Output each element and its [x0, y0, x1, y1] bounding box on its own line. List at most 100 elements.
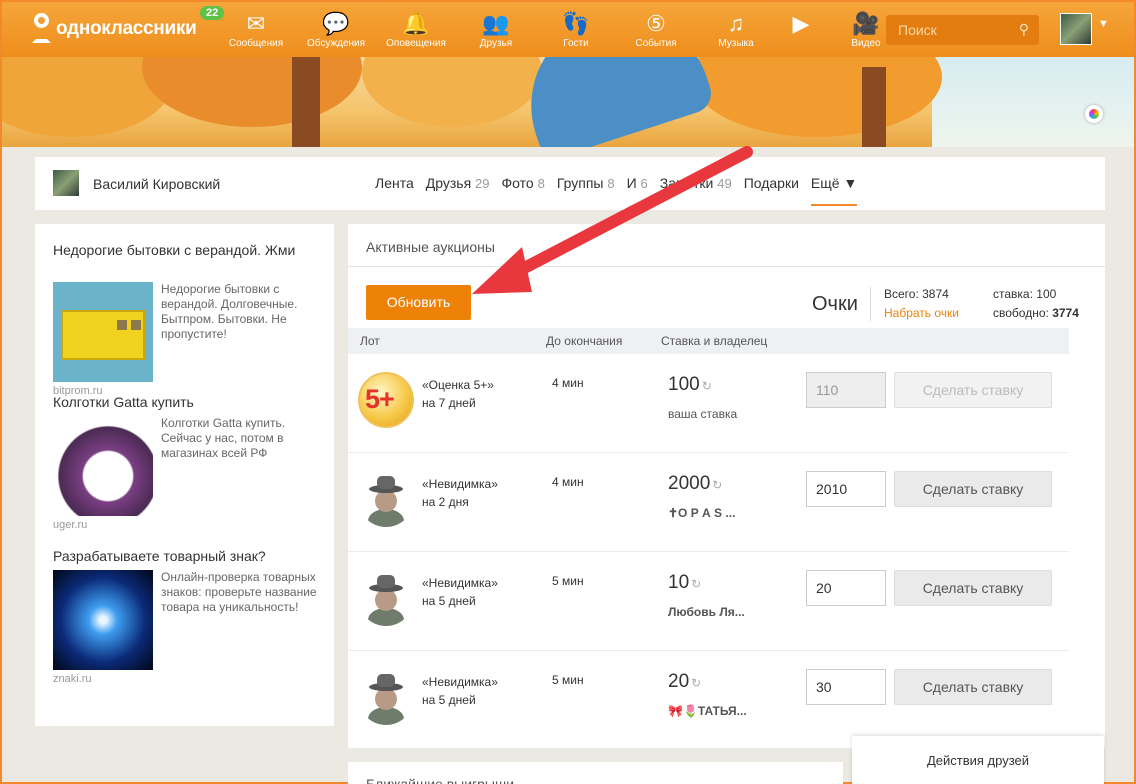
nav-music[interactable]: ♫ Музыка	[696, 10, 776, 49]
user-avatar[interactable]	[1060, 13, 1092, 45]
tab-friends[interactable]: Друзья 29	[426, 175, 490, 206]
refresh-icon: ↻	[712, 478, 723, 492]
main-nav: ✉ Сообщения 💬 Обсуждения 🔔 Оповещения 👥 Друз…	[216, 10, 906, 49]
logo[interactable]: одноклассники 22	[30, 6, 225, 46]
chevron-down-icon[interactable]: ▼	[1098, 18, 1109, 30]
ad-text: Колготки Gatta купить. Сейчас у нас, пот…	[161, 416, 286, 460]
cover-settings-icon[interactable]	[1085, 105, 1103, 123]
logo-text: одноклассники	[56, 18, 197, 39]
bid-input[interactable]: 20	[806, 570, 886, 606]
events-5-icon: ⑤	[646, 11, 666, 36]
lot-time-left: 4 мин	[552, 475, 584, 489]
profile-tabs: Лента Друзья 29 Фото 8 Группы 8 И 6 Заме…	[375, 175, 869, 206]
ad-domain[interactable]: uger.ru	[53, 519, 87, 531]
ad-domain[interactable]: znaki.ru	[53, 673, 92, 685]
tab-more[interactable]: Ещё ▼	[810, 175, 858, 206]
ads-column: Недорогие бытовки с верандой. Жми Недоро…	[35, 224, 334, 726]
lot-owner[interactable]: Любовь Ля...	[668, 605, 745, 619]
profile-cover-banner	[2, 57, 1134, 147]
nav-events[interactable]: ⑤ События	[616, 10, 696, 49]
ad-item[interactable]: Разрабатываете товарный знак? Онлайн-про…	[53, 548, 323, 685]
points-label: Очки	[812, 293, 858, 315]
auction-row: «Невидимка» на 5 дней 5 мин 10 ↻ Любовь Ля…	[348, 552, 1069, 651]
next-block-title: Ближайшие выигрыши	[348, 762, 843, 784]
envelope-icon: ✉	[246, 11, 266, 36]
nav-friends[interactable]: 👥 Друзья	[456, 10, 536, 49]
lot-name: «Оценка 5+» на 7 дней	[422, 378, 494, 410]
friends-actions-panel[interactable]: Действия друзей	[852, 736, 1104, 784]
lot-owner[interactable]: 🎀🌷ТАТЬЯ...	[668, 704, 747, 718]
tab-games[interactable]: И 6	[627, 175, 648, 206]
search-placeholder: Поиск	[898, 22, 937, 38]
nav-label: Сообщения	[228, 38, 284, 49]
tab-photos[interactable]: Фото 8	[502, 175, 545, 206]
ad-image-tights[interactable]	[53, 416, 153, 516]
nav-label: Оповещения	[386, 38, 446, 49]
ad-title[interactable]: Колготки Gatta купить	[53, 394, 323, 411]
lot-bid: 100 ↻	[668, 374, 712, 395]
tab-gifts[interactable]: Подарки	[744, 175, 799, 206]
auction-row: 5+ «Оценка 5+» на 7 дней 4 мин 100 ↻ ваша …	[348, 354, 1069, 453]
divider	[348, 266, 1105, 267]
ad-image-cabin[interactable]	[53, 282, 153, 382]
profile-name[interactable]: Василий Кировский	[93, 176, 220, 192]
tab-notes[interactable]: Заметки 49	[660, 175, 732, 206]
points-total: Всего: 3874	[884, 287, 949, 301]
auctions-title: Активные аукционы	[366, 239, 495, 255]
refresh-icon: ↻	[701, 379, 712, 393]
nav-notifications[interactable]: 🔔 Оповещения	[376, 10, 456, 49]
lot-name: «Невидимка» на 2 дня	[422, 477, 498, 509]
nav-guests[interactable]: 👣 Гости	[536, 10, 616, 49]
profile-avatar[interactable]	[53, 170, 79, 196]
nav-discussions[interactable]: 💬 Обсуждения	[296, 10, 376, 49]
points-stake: ставка: 100	[993, 287, 1057, 301]
lot-owner[interactable]: ✝О Р А S ...	[668, 506, 735, 520]
nav-messages[interactable]: ✉ Сообщения	[216, 10, 296, 49]
nav-label: Музыка	[718, 38, 754, 49]
auctions-table-header: Лот До окончания Ставка и владелец	[348, 328, 1069, 354]
invisible-man-icon	[368, 476, 404, 527]
nav-play[interactable]: ▶	[776, 10, 826, 49]
friends-icon: 👥	[482, 11, 510, 36]
search-icon[interactable]: ⚲	[1019, 21, 1029, 38]
place-bid-button[interactable]: Сделать ставку	[894, 471, 1052, 507]
lot-time-left: 5 мин	[552, 574, 584, 588]
bell-icon: 🔔	[402, 11, 430, 36]
refresh-icon: ↻	[691, 577, 702, 591]
lot-bid: 2000 ↻	[668, 473, 723, 494]
lot-owner: ваша ставка	[668, 407, 738, 421]
search-input[interactable]: Поиск ⚲	[886, 15, 1039, 45]
play-icon: ▶	[792, 11, 810, 36]
lot-bid: 10 ↻	[668, 572, 702, 593]
grade-5plus-icon: 5+	[358, 372, 414, 428]
ad-text: Недорогие бытовки с верандой. Долговечны…	[161, 282, 298, 341]
place-bid-button[interactable]: Сделать ставку	[894, 570, 1052, 606]
points-free: свободно: 3774	[993, 306, 1079, 320]
place-bid-button[interactable]: Сделать ставку	[894, 669, 1052, 705]
ad-image-lightbulb[interactable]	[53, 570, 153, 670]
refresh-icon: ↻	[691, 676, 702, 690]
ad-title[interactable]: Недорогие бытовки с верандой. Жми	[53, 242, 323, 259]
lot-name: «Невидимка» на 5 дней	[422, 675, 498, 707]
ad-text: Онлайн-проверка товарных знаков: проверь…	[161, 570, 317, 614]
bid-input: 110	[806, 372, 886, 408]
tab-feed[interactable]: Лента	[375, 175, 414, 206]
column-bid-owner: Ставка и владелец	[661, 334, 768, 348]
auction-row: «Невидимка» на 2 дня 4 мин 2000 ↻ ✝О Р А S…	[348, 453, 1069, 552]
bid-input[interactable]: 2010	[806, 471, 886, 507]
refresh-button[interactable]: Обновить	[366, 285, 471, 320]
bid-input[interactable]: 30	[806, 669, 886, 705]
chat-bubbles-icon: 💬	[322, 11, 350, 36]
top-navigation-bar: одноклассники 22 ✉ Сообщения 💬 Обсуждения …	[2, 2, 1134, 57]
ad-item[interactable]: Колготки Gatta купить Колготки Gatta куп…	[53, 394, 323, 531]
buy-points-link[interactable]: Набрать очки	[884, 306, 959, 320]
lot-bid: 20 ↻	[668, 671, 702, 692]
lot-name: «Невидимка» на 5 дней	[422, 576, 498, 608]
lot-time-left: 4 мин	[552, 376, 584, 390]
ad-title[interactable]: Разрабатываете товарный знак?	[53, 548, 323, 565]
profile-bar: Василий Кировский Лента Друзья 29 Фото 8…	[35, 157, 1105, 210]
auctions-panel: Активные аукционы Обновить Очки Всего: 3…	[348, 224, 1105, 750]
nav-label: Гости	[563, 38, 589, 49]
tab-groups[interactable]: Группы 8	[557, 175, 615, 206]
ad-item[interactable]: Недорогие бытовки с верандой. Жми Недоро…	[53, 242, 323, 397]
